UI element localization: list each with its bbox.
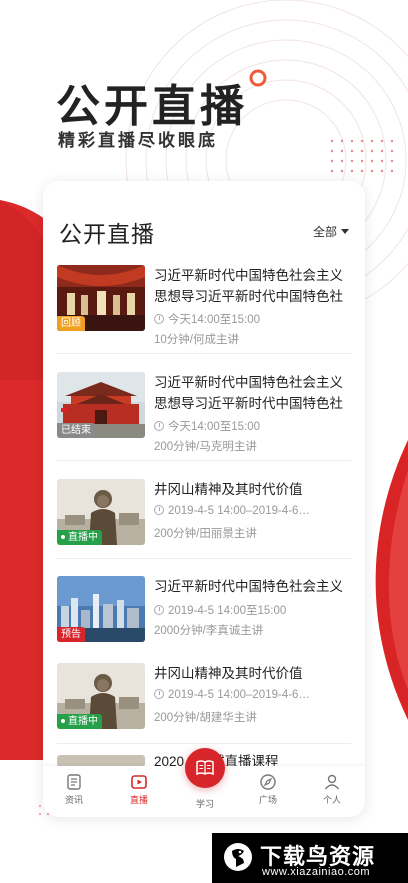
item-time: 2019-4-5 14:00–2019-4-6… (154, 689, 352, 701)
tab-label: 资讯 (64, 795, 83, 805)
list-item[interactable]: 回顾 习近平新时代中国特色社会主义思想导习近平新时代中国特色社 今天14:00至… (57, 265, 351, 365)
tab-square[interactable]: 广场 (243, 773, 293, 806)
tab-label: 学习 (195, 799, 214, 809)
clock-icon (154, 505, 164, 515)
status-badge: 预告 (57, 627, 85, 642)
live-dot-icon (61, 535, 65, 540)
tab-label: 直播 (129, 795, 148, 805)
clock-icon (154, 314, 164, 324)
item-time-text: 今天14:00至15:00 (168, 421, 261, 433)
hero-subtitle: 精彩直播尽收眼底 (58, 131, 218, 150)
tab-news[interactable]: 资讯 (49, 773, 99, 806)
divider (57, 460, 351, 461)
watermark-url: www.xiazainiao.com (262, 866, 371, 878)
thumbnail-image: 直播中 (57, 479, 145, 545)
list-item[interactable]: 直播中 井冈山精神及其时代价值 2019-4-5 14:00–2019-4-6…… (57, 479, 351, 579)
divider (57, 353, 351, 354)
item-title: 习近平新时代中国特色社会主义思想导习近平新时代中国特色社 (154, 375, 343, 411)
divider (57, 743, 351, 744)
tab-label: 广场 (258, 795, 277, 805)
list-item[interactable]: 已结束 习近平新时代中国特色社会主义思想导习近平新时代中国特色社 今天14:00… (57, 372, 351, 472)
status-badge: 直播中 (57, 530, 102, 545)
person-icon (324, 774, 340, 790)
item-info: 10分钟/何成主讲 (154, 334, 239, 346)
tab-study[interactable]: 学习 (180, 797, 230, 810)
bottom-tab-bar: 资讯 直播 学习 广场 个人 (43, 748, 365, 817)
item-time-text: 今天14:00至15:00 (168, 314, 261, 326)
page-title: 公开直播 (59, 221, 155, 247)
thumbnail-image: 已结束 (57, 372, 145, 438)
status-badge: 回顾 (57, 316, 85, 331)
divider (57, 558, 351, 559)
thumbnail-image: 直播中 (57, 663, 145, 729)
item-title: 井冈山精神及其时代价值 (154, 482, 303, 497)
item-info: 200分钟/马克明主讲 (154, 441, 257, 453)
clock-icon (154, 605, 164, 615)
tab-label: 个人 (322, 795, 341, 805)
item-time: 今天14:00至15:00 (154, 311, 352, 327)
filter-label: 全部 (312, 225, 337, 239)
item-time: 今天14:00至15:00 (154, 418, 352, 434)
tab-live[interactable]: 直播 (114, 773, 164, 806)
caret-down-icon (341, 229, 349, 234)
item-time: 2019-4-5 14:00至15:00 (154, 602, 352, 618)
study-center-button[interactable] (185, 748, 225, 788)
status-badge: 直播中 (57, 714, 102, 729)
clock-icon (154, 689, 164, 699)
item-time-text: 2019-4-5 14:00–2019-4-6… (168, 505, 310, 517)
hero-title: 公开直播 (56, 82, 248, 131)
compass-icon (260, 774, 276, 790)
item-time-text: 2019-4-5 14:00至15:00 (168, 605, 287, 617)
item-time-text: 2019-4-5 14:00–2019-4-6… (168, 689, 310, 701)
filter-dropdown[interactable]: 全部 (313, 223, 349, 240)
news-icon (67, 774, 81, 790)
item-info: 200分钟/胡建华主讲 (154, 712, 257, 724)
list-item[interactable]: 预告 习近平新时代中国特色社会主义 2019-4-5 14:00至15:00 2… (57, 576, 351, 676)
bird-logo-icon (224, 843, 252, 871)
phone-card: 公开直播 全部 回顾 习近平新时代中国特色社会主义思想导习近平新时代中国特色社 … (43, 181, 365, 817)
clock-icon (154, 421, 164, 431)
thumbnail-image: 预告 (57, 576, 145, 642)
item-info: 200分钟/田丽景主讲 (154, 528, 257, 540)
item-info: 2000分钟/李真诚主讲 (154, 625, 264, 637)
status-badge: 已结束 (57, 423, 95, 438)
live-icon (131, 775, 147, 789)
book-icon (196, 760, 214, 776)
thumbnail-image: 回顾 (57, 265, 145, 331)
status-badge-text: 直播中 (68, 532, 98, 543)
item-title: 习近平新时代中国特色社会主义 (154, 579, 343, 594)
tab-profile[interactable]: 个人 (307, 773, 357, 806)
item-time: 2019-4-5 14:00–2019-4-6… (154, 505, 352, 517)
watermark-logo: 下载鸟资源 www.xiazainiao.com (212, 833, 408, 883)
item-title: 习近平新时代中国特色社会主义思想导习近平新时代中国特色社 (154, 268, 343, 304)
status-badge-text: 直播中 (68, 716, 98, 727)
live-dot-icon (61, 719, 65, 724)
item-title: 井冈山精神及其时代价值 (154, 666, 303, 681)
